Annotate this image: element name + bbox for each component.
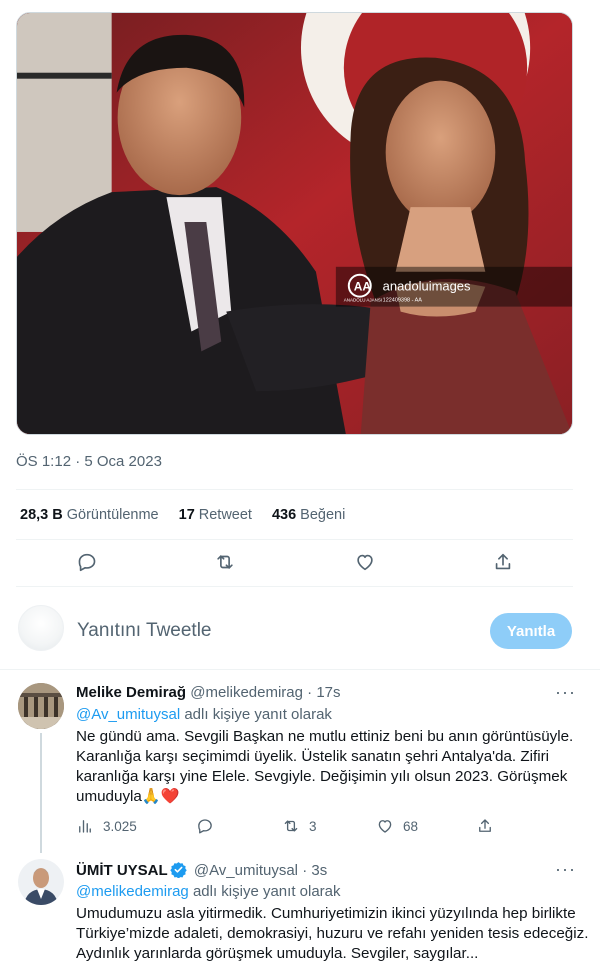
like-icon [378,820,392,833]
tweet-photo[interactable]: AA anadoluimages ANADOLU AJANSI 12240939… [16,12,573,435]
reply-composer: Yanıtını Tweetle Yanıtla [0,605,600,661]
avatar[interactable] [18,859,64,905]
author-handle[interactable]: @melikedemirag [190,684,303,701]
avatar[interactable] [18,683,64,729]
reply-tweet[interactable]: Melike Demirağ @melikedemirag · 17s ··· … [0,670,600,853]
share-icon[interactable] [492,551,516,575]
author-handle[interactable]: @Av_umituysal [194,862,298,879]
retweets-stat[interactable]: 17 Retweet [179,507,252,523]
tweet-actions [0,551,600,577]
reply-icon [198,819,212,834]
like-button[interactable]: 68 [376,817,418,835]
mention-link[interactable]: @Av_umituysal [76,706,180,723]
tweet-time[interactable]: · 3s [302,862,327,879]
avatar [18,605,64,651]
reply-button[interactable]: Yanıtla [490,613,572,649]
views-button[interactable]: 3.025 [76,817,137,835]
watermark-brand: anadoluimages [383,279,471,294]
more-icon[interactable]: ··· [555,859,576,880]
divider [16,539,573,540]
replying-to: @melikedemirag adlı kişiye yanıt olarak [76,883,341,900]
tweet-header: ÜMİT UYSAL @Av_umituysal · 3s [76,861,327,879]
divider [16,489,573,490]
retweet-icon [284,820,298,832]
author-name[interactable]: ÜMİT UYSAL [76,862,168,879]
tweet-time[interactable]: · 17s [307,684,340,701]
like-icon[interactable] [354,551,378,575]
share-button[interactable] [476,817,503,835]
more-icon[interactable]: ··· [555,682,576,703]
reply-button[interactable] [196,817,223,835]
verified-badge-icon [169,862,187,878]
tweet-text: Umudumuzu asla yitirmedik. Cumhuriyetimi… [76,905,589,962]
tweet-stats: 28,3 B Görüntülenme 17 Retweet 436 Beğeni [20,507,365,523]
tweet-timestamp[interactable]: ÖS 1:12 · 5 Oca 2023 [16,453,162,470]
watermark-agency: ANADOLU AJANSI [344,298,382,303]
reply-tweet[interactable]: ÜMİT UYSAL @Av_umituysal · 3s ··· @melik… [0,850,600,967]
retweet-button[interactable]: 3 [282,817,317,835]
author-name[interactable]: Melike Demirağ [76,684,186,701]
tweet-actions: 3.025 3 68 [0,817,600,839]
retweet-icon[interactable] [214,551,238,575]
share-icon [479,819,491,832]
analytics-icon [79,820,91,833]
photo-image: AA anadoluimages ANADOLU AJANSI 12240939… [17,13,572,434]
svg-text:AA: AA [354,280,372,294]
tweet-header: Melike Demirağ @melikedemirag · 17s [76,684,341,701]
replying-to: @Av_umituysal adlı kişiye yanıt olarak [76,706,332,723]
watermark-id: 122409398 - AA [383,298,423,304]
reply-icon[interactable] [76,551,100,575]
likes-stat[interactable]: 436 Beğeni [272,507,345,523]
divider [16,586,573,587]
mention-link[interactable]: @melikedemirag [76,883,189,900]
reply-input[interactable]: Yanıtını Tweetle [77,620,212,642]
tweet-text: Ne gündü ama. Sevgili Başkan ne mutlu et… [76,728,574,805]
views-stat[interactable]: 28,3 B Görüntülenme [20,507,159,523]
